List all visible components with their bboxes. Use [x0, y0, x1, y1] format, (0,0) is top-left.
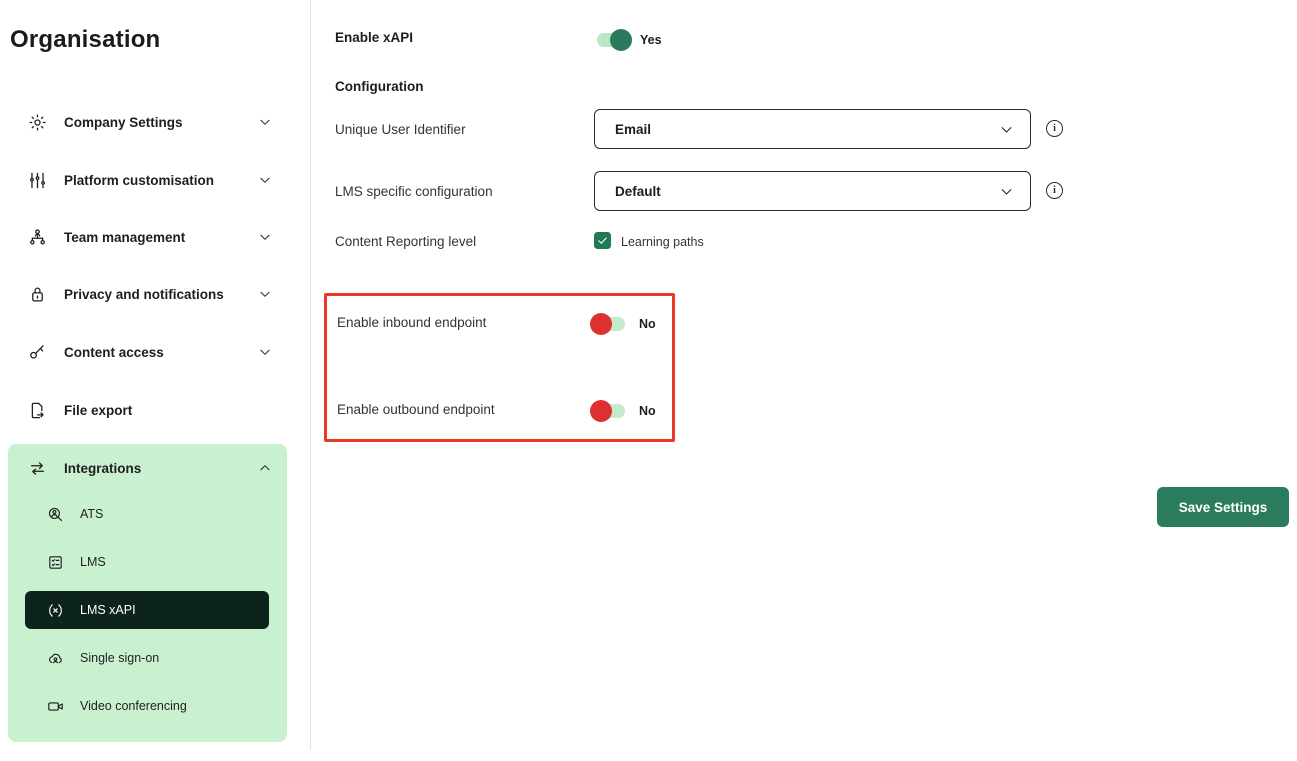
unique-user-identifier-label: Unique User Identifier	[335, 122, 466, 137]
sidebar-subitem-ats[interactable]: ATS	[25, 495, 269, 533]
enable-inbound-endpoint-label: Enable inbound endpoint	[337, 315, 486, 330]
chevron-down-icon	[257, 286, 273, 302]
sidebar-subitem-label: LMS xAPI	[80, 603, 136, 617]
learning-paths-label: Learning paths	[621, 235, 704, 249]
sidebar-item-label: Team management	[64, 230, 185, 245]
key-icon	[27, 342, 47, 362]
toggle-knob	[590, 400, 612, 422]
sidebar-item-team-management[interactable]: Team management	[8, 215, 287, 259]
enable-xapi-toggle[interactable]	[597, 33, 630, 47]
lms-specific-configuration-select[interactable]: Default	[594, 171, 1031, 211]
chevron-down-icon	[257, 114, 273, 130]
sidebar-subitem-label: ATS	[80, 507, 103, 521]
page-title: Organisation	[10, 26, 160, 54]
chevron-down-icon	[257, 344, 273, 360]
sidebar-item-label: Privacy and notifications	[64, 287, 224, 302]
sidebar-subitem-lms-xapi[interactable]: LMS xAPI	[25, 591, 269, 629]
chevron-down-icon	[998, 121, 1014, 137]
lms-specific-configuration-label: LMS specific configuration	[335, 184, 493, 199]
swap-arrows-icon	[27, 458, 47, 478]
enable-inbound-endpoint-state: No	[639, 317, 656, 331]
learning-paths-checkbox[interactable]	[594, 232, 611, 249]
select-value: Default	[615, 184, 661, 199]
toggle-knob	[610, 29, 632, 51]
person-search-icon	[46, 505, 64, 523]
info-icon[interactable]: i	[1046, 120, 1063, 137]
sidebar-subitem-label: Single sign-on	[80, 651, 159, 665]
sidebar-item-label: Content access	[64, 345, 164, 360]
sidebar-subitem-label: LMS	[80, 555, 106, 569]
organisation-settings-page: Organisation Company Settings Platform c…	[0, 0, 1297, 761]
sidebar-item-label: File export	[64, 403, 132, 418]
unique-user-identifier-select[interactable]: Email	[594, 109, 1031, 149]
sidebar-subitem-video-conferencing[interactable]: Video conferencing	[25, 687, 269, 725]
content-reporting-level-label: Content Reporting level	[335, 234, 476, 249]
enable-xapi-label: Enable xAPI	[335, 30, 413, 45]
sidebar-item-label: Platform customisation	[64, 173, 214, 188]
file-export-icon	[27, 400, 47, 420]
enable-inbound-endpoint-toggle[interactable]	[592, 317, 625, 331]
enable-outbound-endpoint-label: Enable outbound endpoint	[337, 402, 495, 417]
save-settings-button[interactable]: Save Settings	[1157, 487, 1289, 527]
chevron-up-icon	[257, 460, 273, 476]
enable-outbound-endpoint-state: No	[639, 404, 656, 418]
gear-icon	[27, 112, 47, 132]
configuration-heading: Configuration	[335, 79, 423, 94]
check-icon	[597, 235, 608, 246]
chevron-down-icon	[257, 229, 273, 245]
sidebar-item-platform-customisation[interactable]: Platform customisation	[8, 158, 287, 202]
checklist-icon	[46, 553, 64, 571]
sidebar-subitem-lms[interactable]: LMS	[25, 543, 269, 581]
sidebar: Organisation Company Settings Platform c…	[0, 0, 310, 761]
sidebar-divider	[310, 0, 311, 750]
sliders-icon	[27, 170, 47, 190]
sidebar-item-label: Integrations	[64, 461, 141, 476]
chevron-down-icon	[998, 183, 1014, 199]
enable-xapi-state: Yes	[640, 33, 662, 47]
video-camera-icon	[46, 697, 64, 715]
sidebar-item-company-settings[interactable]: Company Settings	[8, 100, 287, 144]
info-icon[interactable]: i	[1046, 182, 1063, 199]
lock-icon	[27, 284, 47, 304]
enable-outbound-endpoint-toggle[interactable]	[592, 404, 625, 418]
sidebar-item-label: Company Settings	[64, 115, 183, 130]
sidebar-item-content-access[interactable]: Content access	[8, 330, 287, 374]
team-icon	[27, 227, 47, 247]
cloud-user-icon	[46, 649, 64, 667]
toggle-knob	[590, 313, 612, 335]
x-brackets-icon	[46, 601, 64, 619]
select-value: Email	[615, 122, 651, 137]
sidebar-item-file-export[interactable]: File export	[8, 388, 287, 432]
sidebar-item-privacy-and-notifications[interactable]: Privacy and notifications	[8, 272, 287, 316]
sidebar-subitem-label: Video conferencing	[80, 699, 187, 713]
sidebar-item-integrations[interactable]: Integrations	[8, 446, 287, 490]
chevron-down-icon	[257, 172, 273, 188]
sidebar-subitem-single-sign-on[interactable]: Single sign-on	[25, 639, 269, 677]
